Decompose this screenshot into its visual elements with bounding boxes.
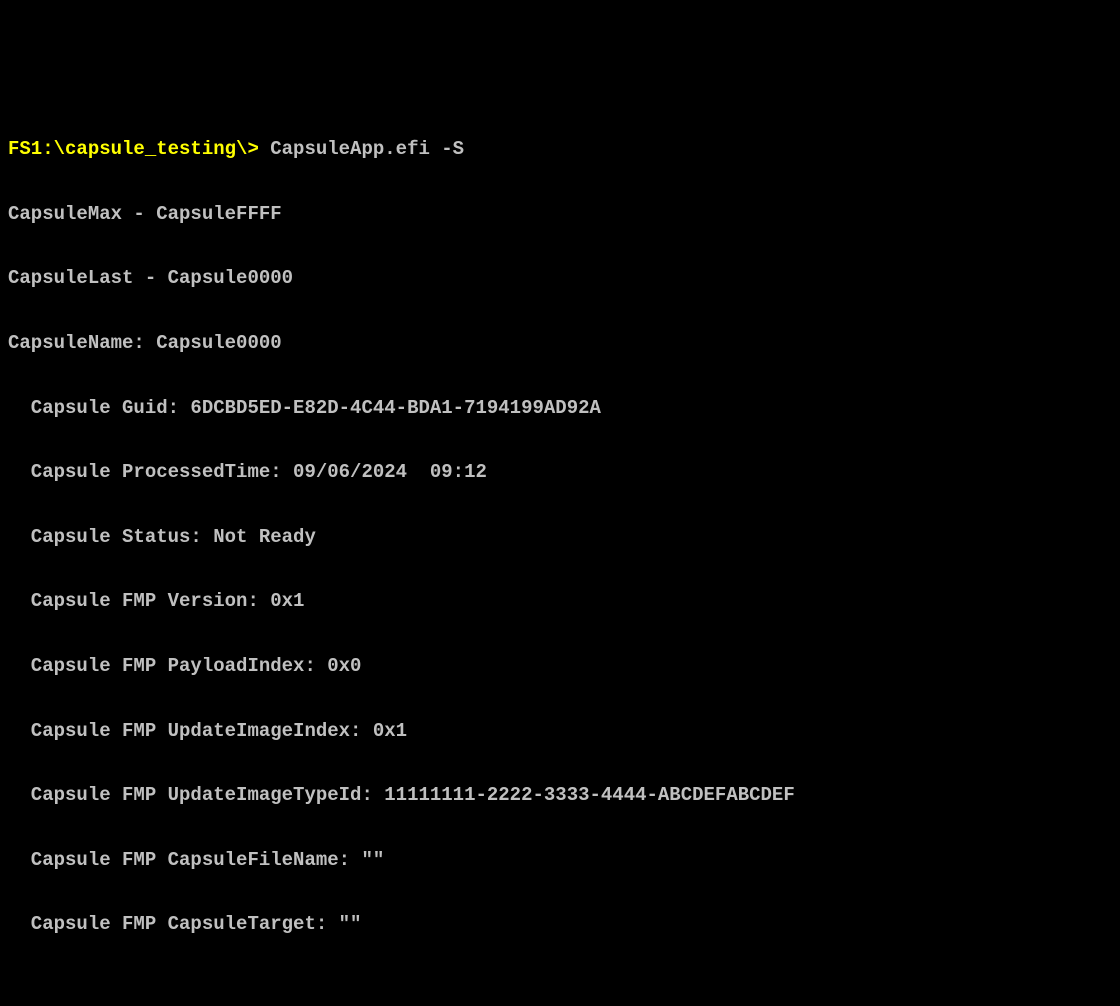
output-line: Capsule Guid: 6DCBD5ED-E82D-4C44-BDA1-71… — [8, 392, 1112, 424]
output-line: Capsule Status: Not Ready — [8, 521, 1112, 553]
output-line: Capsule FMP CapsuleFileName: "" — [8, 844, 1112, 876]
output-line: CapsuleLast - Capsule0000 — [8, 262, 1112, 294]
output-line: Capsule FMP CapsuleTarget: "" — [8, 908, 1112, 940]
shell-prompt: FS1:\capsule_testing\> — [8, 138, 259, 160]
terminal-line: FS1:\capsule_testing\> CapsuleApp.efi -S — [8, 133, 1112, 165]
output-line: Capsule FMP PayloadIndex: 0x0 — [8, 650, 1112, 682]
output-line: Capsule FMP Version: 0x1 — [8, 585, 1112, 617]
output-line: CapsuleMax - CapsuleFFFF — [8, 198, 1112, 230]
command-input: CapsuleApp.efi -S — [259, 138, 464, 160]
output-line: Capsule FMP UpdateImageTypeId: 11111111-… — [8, 779, 1112, 811]
output-line: CapsuleName: Capsule0000 — [8, 327, 1112, 359]
output-line: Capsule ProcessedTime: 09/06/2024 09:12 — [8, 456, 1112, 488]
output-line: Capsule FMP UpdateImageIndex: 0x1 — [8, 715, 1112, 747]
